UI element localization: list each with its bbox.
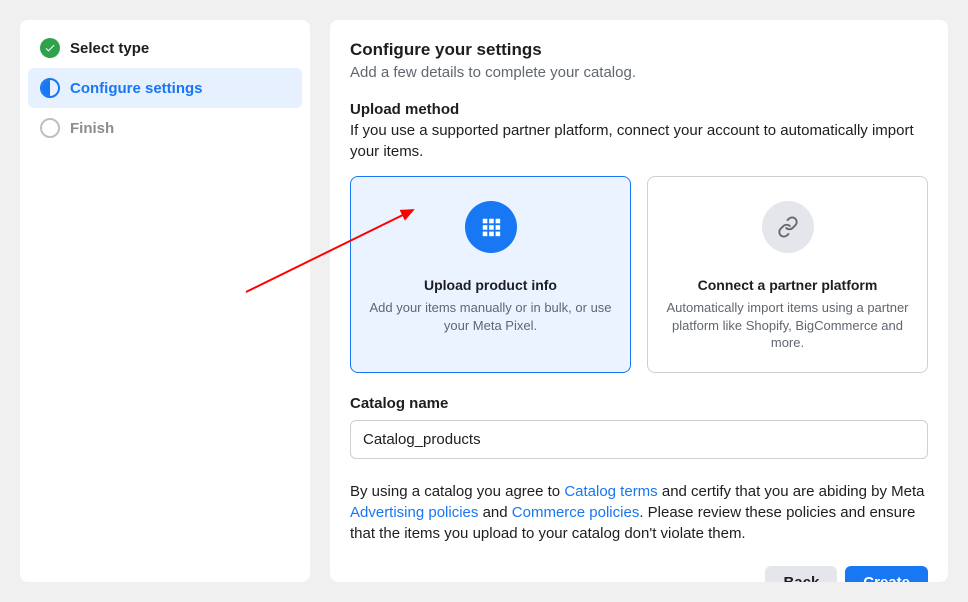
card-title: Connect a partner platform [698,277,878,293]
advertising-policies-link[interactable]: Advertising policies [350,504,478,521]
back-button[interactable]: Back [765,566,837,582]
page-title: Configure your settings [350,40,928,60]
card-desc: Add your items manually or in bulk, or u… [369,299,612,334]
upload-method-title: Upload method [350,101,928,118]
agreement-text: By using a catalog you agree to Catalog … [350,481,928,544]
half-circle-icon [40,78,60,98]
step-label: Configure settings [70,80,203,97]
button-row: Back Create [350,566,928,582]
card-title: Upload product info [424,277,557,293]
step-label: Select type [70,40,149,57]
step-configure-settings[interactable]: Configure settings [28,68,302,108]
step-label: Finish [70,120,114,137]
page-subtitle: Add a few details to complete your catal… [350,64,928,81]
catalog-name-label: Catalog name [350,395,928,412]
grid-icon [465,201,517,253]
main-panel: Configure your settings Add a few detail… [330,20,948,582]
card-connect-partner[interactable]: Connect a partner platform Automatically… [647,176,928,373]
check-circle-icon [40,38,60,58]
step-select-type[interactable]: Select type [28,28,302,68]
link-icon [762,201,814,253]
create-button[interactable]: Create [845,566,928,582]
commerce-policies-link[interactable]: Commerce policies [512,504,640,521]
sidebar: Select type Configure settings Finish [20,20,310,582]
step-finish[interactable]: Finish [28,108,302,148]
card-upload-product-info[interactable]: Upload product info Add your items manua… [350,176,631,373]
empty-circle-icon [40,118,60,138]
upload-method-cards: Upload product info Add your items manua… [350,176,928,373]
catalog-terms-link[interactable]: Catalog terms [564,483,657,500]
upload-method-desc: If you use a supported partner platform,… [350,120,928,162]
card-desc: Automatically import items using a partn… [666,299,909,352]
catalog-name-input[interactable] [350,420,928,459]
